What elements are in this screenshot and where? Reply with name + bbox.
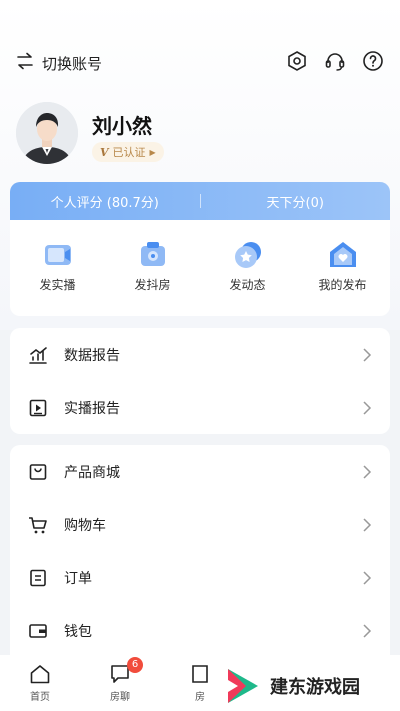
- chevron-right-icon: [363, 517, 372, 532]
- quick-actions: 发实播 发抖房 发动态 我的发布: [10, 220, 390, 316]
- menu-item-live-report[interactable]: 实播报告: [10, 381, 390, 434]
- house-icon: [192, 665, 208, 683]
- menu-item-label: 数据报告: [64, 347, 120, 364]
- menu-item-wallet[interactable]: 钱包: [10, 604, 390, 657]
- star-bubble-icon: [234, 242, 261, 268]
- home-icon: [30, 665, 50, 684]
- verified-label: 已认证: [112, 146, 146, 159]
- verified-badge[interactable]: V 已认证 ▶: [92, 142, 164, 162]
- quick-action-post[interactable]: 发动态: [200, 220, 295, 316]
- triangle-right-icon: ▶: [149, 147, 156, 157]
- play-report-icon: [28, 398, 48, 418]
- play-logo-icon: [228, 668, 258, 703]
- switch-account-button[interactable]: 切换账号: [16, 52, 102, 74]
- report-menu-card: 数据报告 实播报告: [10, 328, 390, 434]
- menu-item-label: 购物车: [64, 517, 106, 534]
- world-score[interactable]: 天下分(0): [201, 192, 391, 211]
- tab-label: 首页: [30, 692, 50, 703]
- cart-icon: [28, 515, 48, 535]
- menu-item-data-report[interactable]: 数据报告: [10, 328, 390, 381]
- quick-action-my-posts[interactable]: 我的发布: [295, 220, 390, 316]
- tab-room-chat[interactable]: 6 房聊: [80, 655, 160, 711]
- tab-label: 房: [195, 692, 205, 703]
- order-list-icon: [28, 568, 48, 588]
- quick-action-label: 我的发布: [318, 278, 367, 292]
- tab-home[interactable]: 首页: [0, 655, 80, 711]
- quick-action-label: 发动态: [229, 278, 266, 292]
- quick-action-live[interactable]: 发实播: [10, 220, 105, 316]
- headset-support-icon[interactable]: [324, 50, 346, 72]
- verified-v-icon: V: [100, 145, 109, 159]
- watermark-text: 建东游戏园: [270, 676, 360, 698]
- menu-item-label: 钱包: [64, 623, 92, 640]
- quick-action-label: 发抖房: [134, 278, 171, 292]
- switch-account-label: 切换账号: [42, 54, 103, 73]
- watermark: 建东游戏园: [222, 660, 400, 711]
- wallet-icon: [28, 621, 48, 641]
- chevron-right-icon: [363, 347, 372, 362]
- settings-hex-icon[interactable]: [286, 50, 308, 72]
- tab-label: 房聊: [110, 692, 130, 703]
- heart-house-icon: [329, 242, 356, 267]
- menu-item-label: 订单: [64, 570, 92, 587]
- chevron-right-icon: [363, 464, 372, 479]
- help-icon[interactable]: [362, 50, 384, 72]
- user-name: 刘小然: [92, 114, 152, 138]
- live-video-icon: [44, 245, 71, 265]
- menu-item-cart[interactable]: 购物车: [10, 498, 390, 551]
- menu-item-label: 实播报告: [64, 400, 120, 417]
- menu-item-label: 产品商城: [64, 464, 120, 481]
- unread-count-badge: 6: [127, 657, 143, 673]
- shop-bag-icon: [28, 462, 48, 482]
- swap-arrows-icon: [16, 52, 34, 74]
- bar-chart-icon: [28, 345, 48, 365]
- score-bar: 个人评分 (80.7分) 天下分(0): [10, 182, 390, 220]
- chevron-right-icon: [363, 400, 372, 415]
- personal-score[interactable]: 个人评分 (80.7分): [10, 192, 200, 211]
- chevron-right-icon: [363, 570, 372, 585]
- top-bar: 切换账号: [0, 48, 400, 82]
- profile-header: 刘小然 V 已认证 ▶: [16, 102, 386, 166]
- avatar[interactable]: [16, 102, 78, 164]
- menu-item-orders[interactable]: 订单: [10, 551, 390, 604]
- quick-action-douyin-house[interactable]: 发抖房: [105, 220, 200, 316]
- quick-action-label: 发实播: [39, 278, 76, 292]
- menu-item-product-mall[interactable]: 产品商城: [10, 445, 390, 498]
- camera-house-icon: [140, 242, 165, 266]
- chevron-right-icon: [363, 623, 372, 638]
- shop-menu-card: 产品商城 购物车 订单 钱包: [10, 445, 390, 655]
